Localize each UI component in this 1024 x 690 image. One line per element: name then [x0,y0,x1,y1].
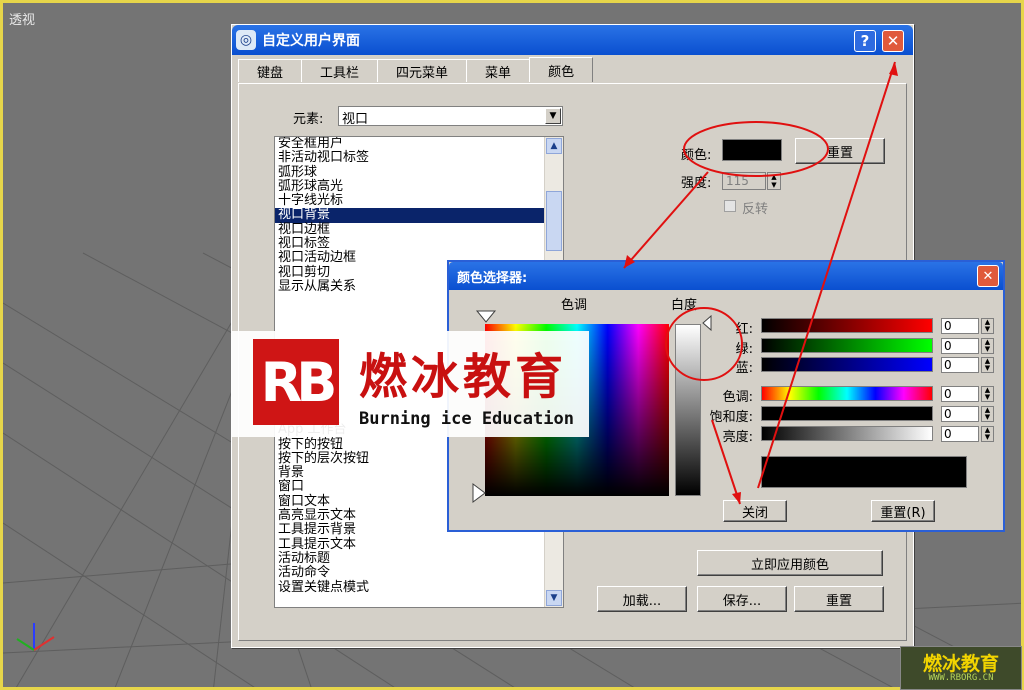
channel-label: 蓝: [735,361,753,376]
corner-logo-url: WWW.RBORG.CN [928,673,994,683]
saturation-marker-icon[interactable] [471,482,487,504]
whiteness-header: 白度 [671,298,698,313]
watermark-banner: RB 燃冰教育 Burning ice Education [231,331,589,437]
list-item[interactable]: 活动命令 [275,566,563,580]
spinner-arrows-icon[interactable]: ▲ ▼ [981,337,994,354]
spinner-arrows-icon[interactable]: ▲ ▼ [981,386,994,402]
channel-slider[interactable] [761,318,933,333]
hsv-value: 0 [944,387,952,401]
color-swatch[interactable] [722,139,782,161]
list-item[interactable]: 视口背景 [275,208,563,223]
spinner-arrows-icon[interactable]: ▲ ▼ [767,172,781,190]
list-item[interactable]: 视口边框 [275,222,563,237]
dialog-titlebar[interactable]: ◎ 自定义用户界面 [232,25,913,55]
hsv-slider[interactable] [761,406,933,421]
channel-input[interactable]: 0 ▲ ▼ [941,337,994,354]
close-button[interactable]: ✕ [882,30,904,52]
color-picker-titlebar[interactable]: 颜色选择器: [449,262,1003,290]
hsv-value: 0 [944,427,952,441]
scroll-thumb[interactable] [546,191,562,251]
hsv-slider[interactable] [761,386,933,401]
color-picker-close-button[interactable]: ✕ [977,265,999,287]
hsv-slider[interactable] [761,426,933,441]
channel-label: 红: [735,322,753,337]
corner-logo: 燃冰教育 WWW.RBORG.CN [900,646,1022,690]
list-item[interactable]: 十字线光标 [275,194,563,208]
element-value: 视口 [342,112,369,127]
tab-colors[interactable]: 颜色 [529,57,594,82]
tab-quad-menus[interactable]: 四元菜单 [377,59,468,82]
scroll-up-icon[interactable]: ▲ [546,138,562,154]
list-item[interactable]: 视口标签 [275,236,563,251]
list-item[interactable]: 设置关键点模式 [275,580,563,595]
close-picker-button[interactable]: 关闭 [723,500,787,522]
tab-toolbars[interactable]: 工具栏 [301,59,379,82]
tab-menus[interactable]: 菜单 [466,59,531,82]
invert-checkbox[interactable] [724,200,736,212]
spinner-arrows-icon[interactable]: ▲ ▼ [981,426,994,442]
close-icon: ✕ [982,268,994,284]
load-button[interactable]: 加载... [597,586,687,612]
list-item[interactable]: 工具提示文本 [275,537,563,552]
axis-gizmo-icon [16,623,55,651]
spinner-arrows-icon[interactable]: ▲ ▼ [981,357,994,373]
save-button[interactable]: 保存... [697,586,787,612]
hsv-input[interactable]: 0 ▲ ▼ [941,426,994,442]
element-label: 元素: [293,112,324,127]
scroll-down-icon[interactable]: ▼ [546,590,562,606]
channel-value: 0 [944,319,952,333]
tab-strip: 键盘 工具栏 四元菜单 菜单 颜色 [238,57,594,83]
hsv-label: 饱和度: [709,410,753,425]
channel-slider[interactable] [761,337,933,353]
hue-marker-icon[interactable] [475,310,499,324]
hsv-label: 亮度: [722,430,753,445]
channel-label: 绿: [735,341,753,357]
apply-colors-button[interactable]: 立即应用颜色 [697,550,883,576]
channel-input[interactable]: 0 ▲ ▼ [941,318,994,334]
hsv-input[interactable]: 0 ▲ ▼ [941,386,994,402]
chevron-down-icon[interactable]: ▼ [545,108,561,124]
hsv-input[interactable]: 0 ▲ ▼ [941,406,994,422]
reset-button[interactable]: 重置 [794,586,884,612]
invert-label: 反转 [742,202,769,217]
channel-slider[interactable] [761,357,933,372]
color-label: 颜色: [681,148,712,163]
tab-keyboard[interactable]: 键盘 [238,59,303,82]
channel-value: 0 [944,358,952,372]
spinner-arrows-icon[interactable]: ▲ ▼ [981,406,994,422]
reset-color-button[interactable]: 重置 [795,138,885,164]
dialog-title: 自定义用户界面 [262,33,360,49]
brand-name-en: Burning ice Education [359,409,574,429]
app-icon: ◎ [236,30,256,50]
intensity-label: 强度: [681,176,712,191]
channel-value: 0 [944,338,952,353]
hsv-label: 色调: [722,390,753,405]
help-icon: ? [860,32,870,50]
brand-name-cn: 燃冰教育 [359,349,568,405]
spinner-arrows-icon[interactable]: ▲ ▼ [981,318,994,334]
hue-header: 色调 [561,298,588,313]
hsv-value: 0 [944,407,952,421]
list-item[interactable]: 非活动视口标签 [275,151,563,165]
channel-input[interactable]: 0 ▲ ▼ [941,357,994,373]
intensity-value: 115 [726,174,749,188]
whiteness-bar[interactable] [675,324,701,496]
element-dropdown[interactable]: 视口 ▼ [338,106,563,127]
color-picker-title: 颜色选择器: [457,270,528,286]
list-item[interactable]: 弧形球高光 [275,179,563,194]
color-preview [761,456,967,488]
close-icon: ✕ [886,32,900,50]
intensity-spinner[interactable]: 115 ▲ ▼ [722,172,781,190]
brand-logo: RB [253,339,339,425]
corner-logo-cn: 燃冰教育 [922,653,999,675]
list-item[interactable]: 弧形球 [275,165,563,180]
help-button[interactable]: ? [854,30,876,52]
reset-picker-button[interactable]: 重置(R) [871,500,935,522]
